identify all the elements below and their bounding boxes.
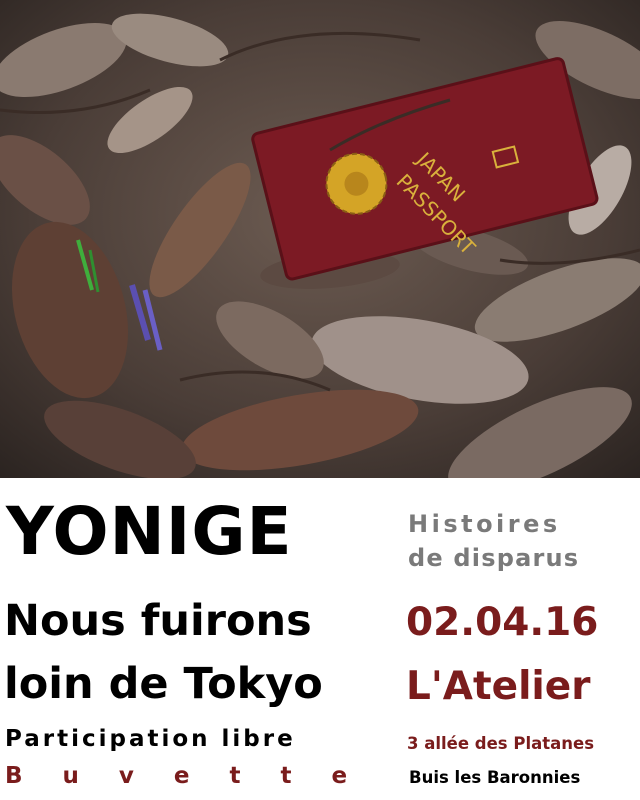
event-date: 02.04.16 bbox=[406, 600, 599, 645]
event-venue: L'Atelier bbox=[406, 664, 591, 709]
bar-info: Buvette bbox=[5, 763, 388, 789]
poster-title: YONIGE bbox=[6, 493, 293, 570]
subtitle-line-1: Histoires bbox=[408, 510, 561, 538]
entry-info: Participation libre bbox=[5, 726, 296, 752]
venue-town: Buis les Baronnies bbox=[409, 768, 581, 787]
venue-address: 3 allée des Platanes bbox=[407, 734, 595, 753]
poster-photo: JAPAN PASSPORT bbox=[0, 0, 640, 478]
subtitle-line-2: de disparus bbox=[408, 544, 580, 572]
heading-line-2: loin de Tokyo bbox=[4, 659, 323, 709]
leaf-litter-photo: JAPAN PASSPORT bbox=[0, 0, 640, 478]
heading-line-1: Nous fuirons bbox=[4, 596, 312, 646]
